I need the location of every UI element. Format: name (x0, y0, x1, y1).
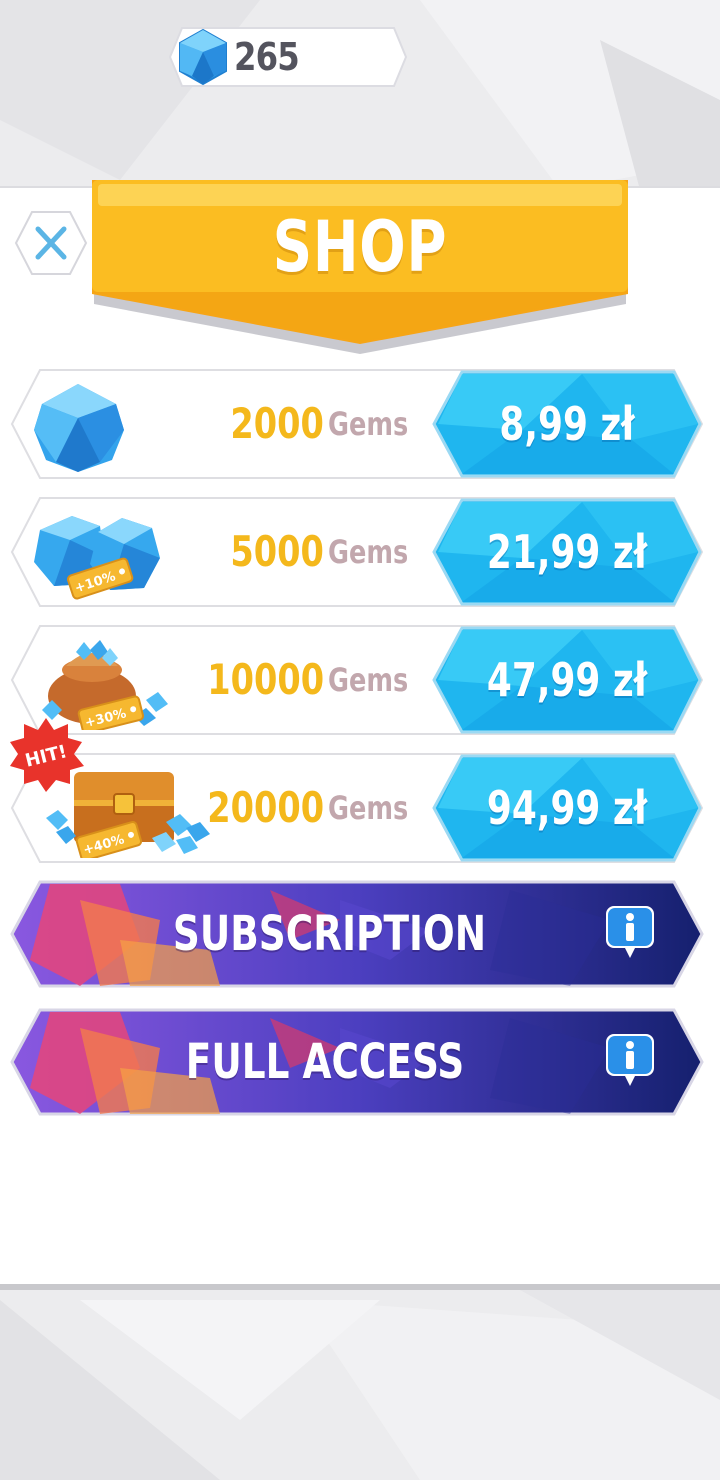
price-label: 47,99 zł (486, 653, 648, 707)
gem-pair-icon: +10% (34, 516, 160, 600)
offer-unit: Gems (328, 405, 409, 443)
offer-unit: Gems (328, 533, 409, 571)
hit-badge: HIT! (6, 716, 86, 796)
price-label: 21,99 zł (486, 525, 648, 579)
info-button[interactable] (602, 1030, 658, 1090)
gem-sack-icon: +30% (42, 640, 168, 730)
full-access-label: FULL ACCESS (185, 1034, 465, 1090)
offer-unit: Gems (328, 789, 409, 827)
offer-row-20000[interactable]: +40% 20000 Gems 94,99 zł (10, 752, 704, 864)
close-icon (14, 211, 88, 275)
price-button[interactable]: 21,99 zł (432, 498, 702, 606)
info-icon (606, 1034, 654, 1086)
subscription-button[interactable]: SUBSCRIPTION (10, 880, 704, 988)
price-label: 94,99 zł (486, 781, 648, 835)
offer-row-10000[interactable]: +30% 10000 Gems 47,99 zł (10, 624, 704, 736)
offer-unit: Gems (328, 661, 409, 699)
close-button[interactable] (14, 210, 88, 276)
price-label: 8,99 zł (499, 397, 635, 451)
offer-row-5000[interactable]: +10% 5000 Gems 21,99 zł (10, 496, 704, 608)
offer-amount: 2000 (230, 399, 324, 448)
offer-row-2000[interactable]: 2000 Gems 8,99 zł (10, 368, 704, 480)
gem-balance-counter: 265 (168, 26, 408, 88)
gem-balance-value: 265 (234, 35, 300, 79)
offer-amount: 10000 (207, 655, 324, 704)
offer-amount: 5000 (230, 527, 324, 576)
shop-title-banner: SHOP (90, 176, 630, 356)
offer-amount: 20000 (207, 783, 324, 832)
info-button[interactable] (602, 902, 658, 962)
single-gem-icon (34, 384, 124, 472)
price-button[interactable]: 94,99 zł (432, 754, 702, 862)
shop-title: SHOP (272, 206, 448, 288)
full-access-button[interactable]: FULL ACCESS (10, 1008, 704, 1116)
price-button[interactable]: 8,99 zł (432, 370, 702, 478)
subscription-label: SUBSCRIPTION (172, 906, 487, 962)
info-icon (606, 906, 654, 958)
price-button[interactable]: 47,99 zł (432, 626, 702, 734)
gem-icon (179, 28, 227, 86)
